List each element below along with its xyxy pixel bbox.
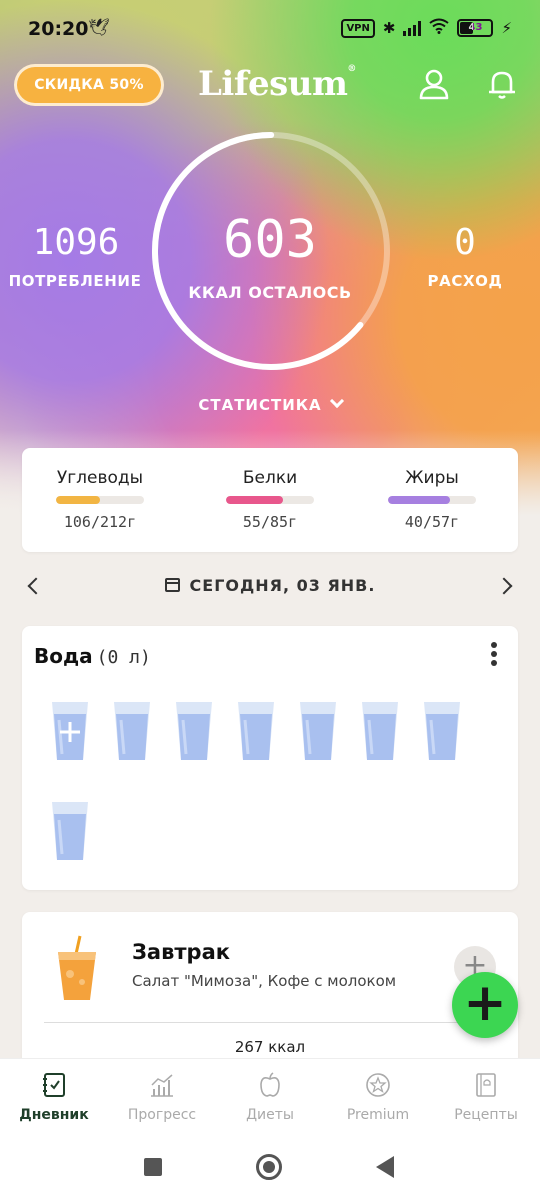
macro-progress-bar xyxy=(226,496,314,504)
tab-diary[interactable]: Дневник xyxy=(0,1071,108,1123)
macro-name: Жиры xyxy=(405,468,459,488)
water-glass-icon[interactable] xyxy=(236,700,276,762)
breakfast-card[interactable]: Завтрак Салат "Мимоза", Кофе с молоком +… xyxy=(22,912,518,1072)
charging-icon: ⚡ xyxy=(501,19,512,37)
water-card: Вода (0 л) xyxy=(22,626,518,890)
macro-protein: Белки 55/85г xyxy=(200,468,340,531)
tab-premium[interactable]: Premium xyxy=(324,1071,432,1123)
tab-progress[interactable]: Прогресс xyxy=(108,1071,216,1123)
diary-icon xyxy=(43,1073,65,1097)
recipe-book-icon xyxy=(476,1073,496,1097)
divider xyxy=(44,1022,496,1023)
apple-icon xyxy=(260,1072,280,1097)
eaten-label: ПОТРЕБЛЕНИЕ xyxy=(8,272,142,290)
wifi-icon xyxy=(429,18,450,38)
status-time: 20:20 xyxy=(28,18,89,40)
water-title: Вода (0 л) xyxy=(34,644,151,668)
recent-apps-icon[interactable] xyxy=(144,1158,162,1176)
macro-progress-bar xyxy=(388,496,476,504)
burned-value: 0 xyxy=(454,222,476,263)
home-icon[interactable] xyxy=(256,1154,282,1180)
water-glass-icon[interactable] xyxy=(422,700,462,762)
notification-icon: 🕊 xyxy=(88,18,110,38)
water-glass-icon[interactable] xyxy=(174,700,214,762)
macro-value: 106/212г xyxy=(63,513,137,531)
tab-label: Прогресс xyxy=(127,1107,197,1123)
macro-name: Углеводы xyxy=(56,468,144,488)
bluetooth-icon: ✱ xyxy=(382,19,396,37)
macro-fat: Жиры 40/57г xyxy=(362,468,502,531)
eaten-value: 1096 xyxy=(32,222,120,263)
battery-icon: 43 xyxy=(457,19,494,37)
water-amount: (0 л) xyxy=(96,647,151,668)
tab-diets[interactable]: Диеты xyxy=(216,1071,324,1123)
water-glass-icon[interactable] xyxy=(112,700,152,762)
progress-chart-icon xyxy=(151,1074,173,1097)
water-glass-icon[interactable] xyxy=(50,800,90,862)
meal-items: Салат "Мимоза", Кофе с молоком xyxy=(132,972,397,990)
water-glass-icon[interactable] xyxy=(360,700,400,762)
discount-button[interactable]: СКИДКА 50% xyxy=(14,64,164,106)
macro-name: Белки xyxy=(242,468,298,488)
macro-value: 55/85г xyxy=(242,513,298,531)
tab-label: Рецепты xyxy=(454,1107,518,1123)
tab-recipes[interactable]: Рецепты xyxy=(432,1071,540,1123)
burned-label: РАСХОД xyxy=(427,272,503,290)
calendar-icon xyxy=(164,578,180,592)
star-badge-icon xyxy=(366,1073,390,1097)
app-logo: Lifesum® xyxy=(198,64,356,104)
status-bar: 20:20 🕊 VPN ✱ 43 ⚡ xyxy=(0,0,540,56)
tab-label: Дневник xyxy=(19,1107,89,1123)
meal-kcal: 267 ккал xyxy=(234,1038,306,1056)
tab-label: Диеты xyxy=(246,1107,294,1123)
remaining-kcal-value: 603 xyxy=(223,210,317,270)
water-glass-icon[interactable] xyxy=(298,700,338,762)
add-water-glass[interactable] xyxy=(50,700,90,762)
bell-icon[interactable] xyxy=(484,66,520,102)
more-options-icon[interactable] xyxy=(490,642,498,668)
bottom-tab-bar: Дневник Прогресс Диеты Premium Рецепты xyxy=(0,1058,540,1138)
macro-carbs: Углеводы 106/212г xyxy=(30,468,170,531)
macro-progress-bar xyxy=(56,496,144,504)
status-icons: VPN ✱ 43 ⚡ xyxy=(341,18,512,38)
macros-card[interactable]: Углеводы 106/212г Белки 55/85г Жиры 40/5… xyxy=(22,448,518,552)
back-icon[interactable] xyxy=(376,1156,394,1178)
date-navigation: СЕГОДНЯ, 03 ЯНВ. xyxy=(0,570,540,604)
macro-value: 40/57г xyxy=(404,513,460,531)
system-navigation-bar xyxy=(0,1138,540,1200)
vpn-badge: VPN xyxy=(341,18,375,38)
remaining-kcal-label: ККАЛ ОСТАЛОСЬ xyxy=(188,283,352,302)
add-fab-button[interactable]: + xyxy=(452,972,518,1038)
signal-icon xyxy=(403,20,422,36)
chevron-down-icon xyxy=(329,393,344,409)
iced-coffee-icon xyxy=(58,935,96,1000)
statistics-toggle[interactable]: СТАТИСТИКА xyxy=(0,393,540,414)
meal-title: Завтрак xyxy=(132,940,231,964)
tab-label: Premium xyxy=(346,1107,410,1123)
date-label[interactable]: СЕГОДНЯ, 03 ЯНВ. xyxy=(0,576,540,595)
profile-icon[interactable] xyxy=(416,66,452,102)
